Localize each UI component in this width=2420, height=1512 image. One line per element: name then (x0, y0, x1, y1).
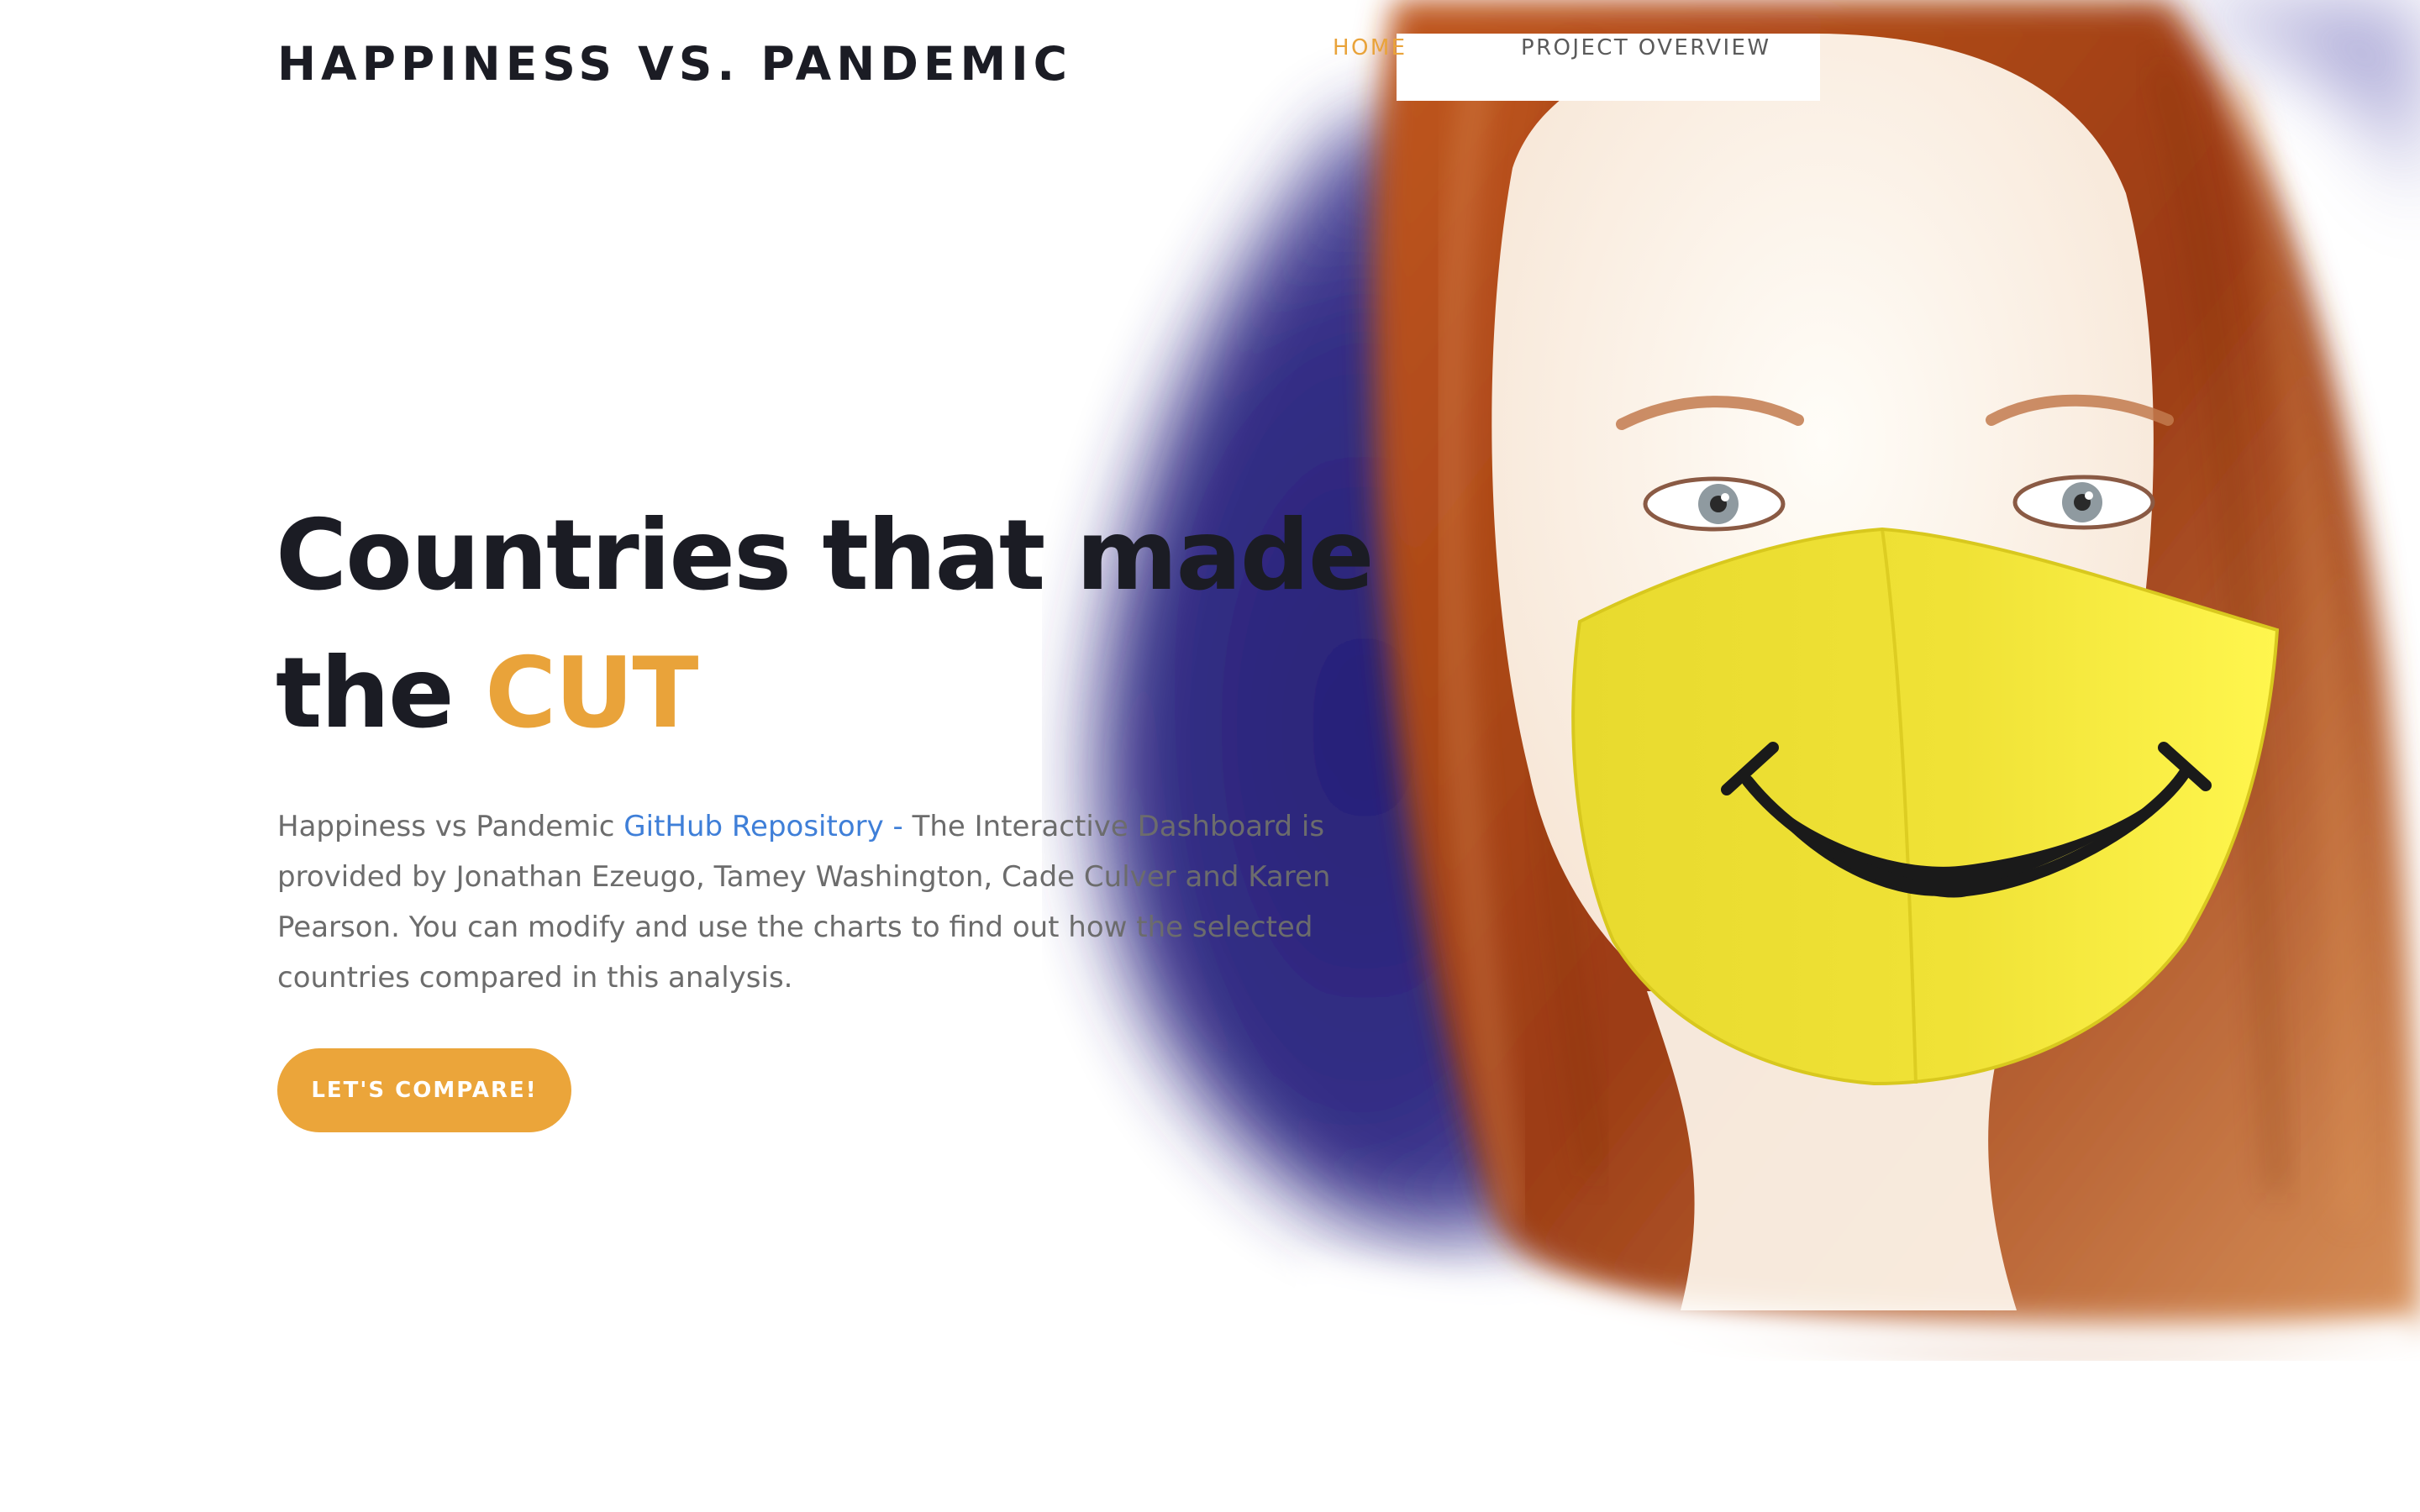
nav-item-home[interactable]: HOME (1333, 35, 1407, 60)
right-eye (2012, 475, 2155, 530)
left-eye (1643, 476, 1786, 532)
site-brand-title[interactable]: HAPPINESS VS. PANDEMIC (277, 37, 1072, 91)
headline-accent-word: CUT (485, 637, 698, 750)
hero-headline: Countries that made the CUT (276, 487, 1375, 763)
description-lead: Happiness vs Pandemic (277, 810, 624, 843)
nav-item-project-overview[interactable]: PROJECT OVERVIEW (1521, 35, 1770, 60)
headline-line-1: Countries that made (276, 499, 1375, 612)
lets-compare-button[interactable]: LET'S COMPARE! (277, 1048, 571, 1132)
hero-description: Happiness vs Pandemic GitHub Repository … (277, 801, 1403, 1003)
headline-line-2-prefix: the (276, 637, 486, 750)
description-separator: - (883, 810, 913, 843)
github-repository-link[interactable]: GitHub Repository (623, 810, 883, 843)
